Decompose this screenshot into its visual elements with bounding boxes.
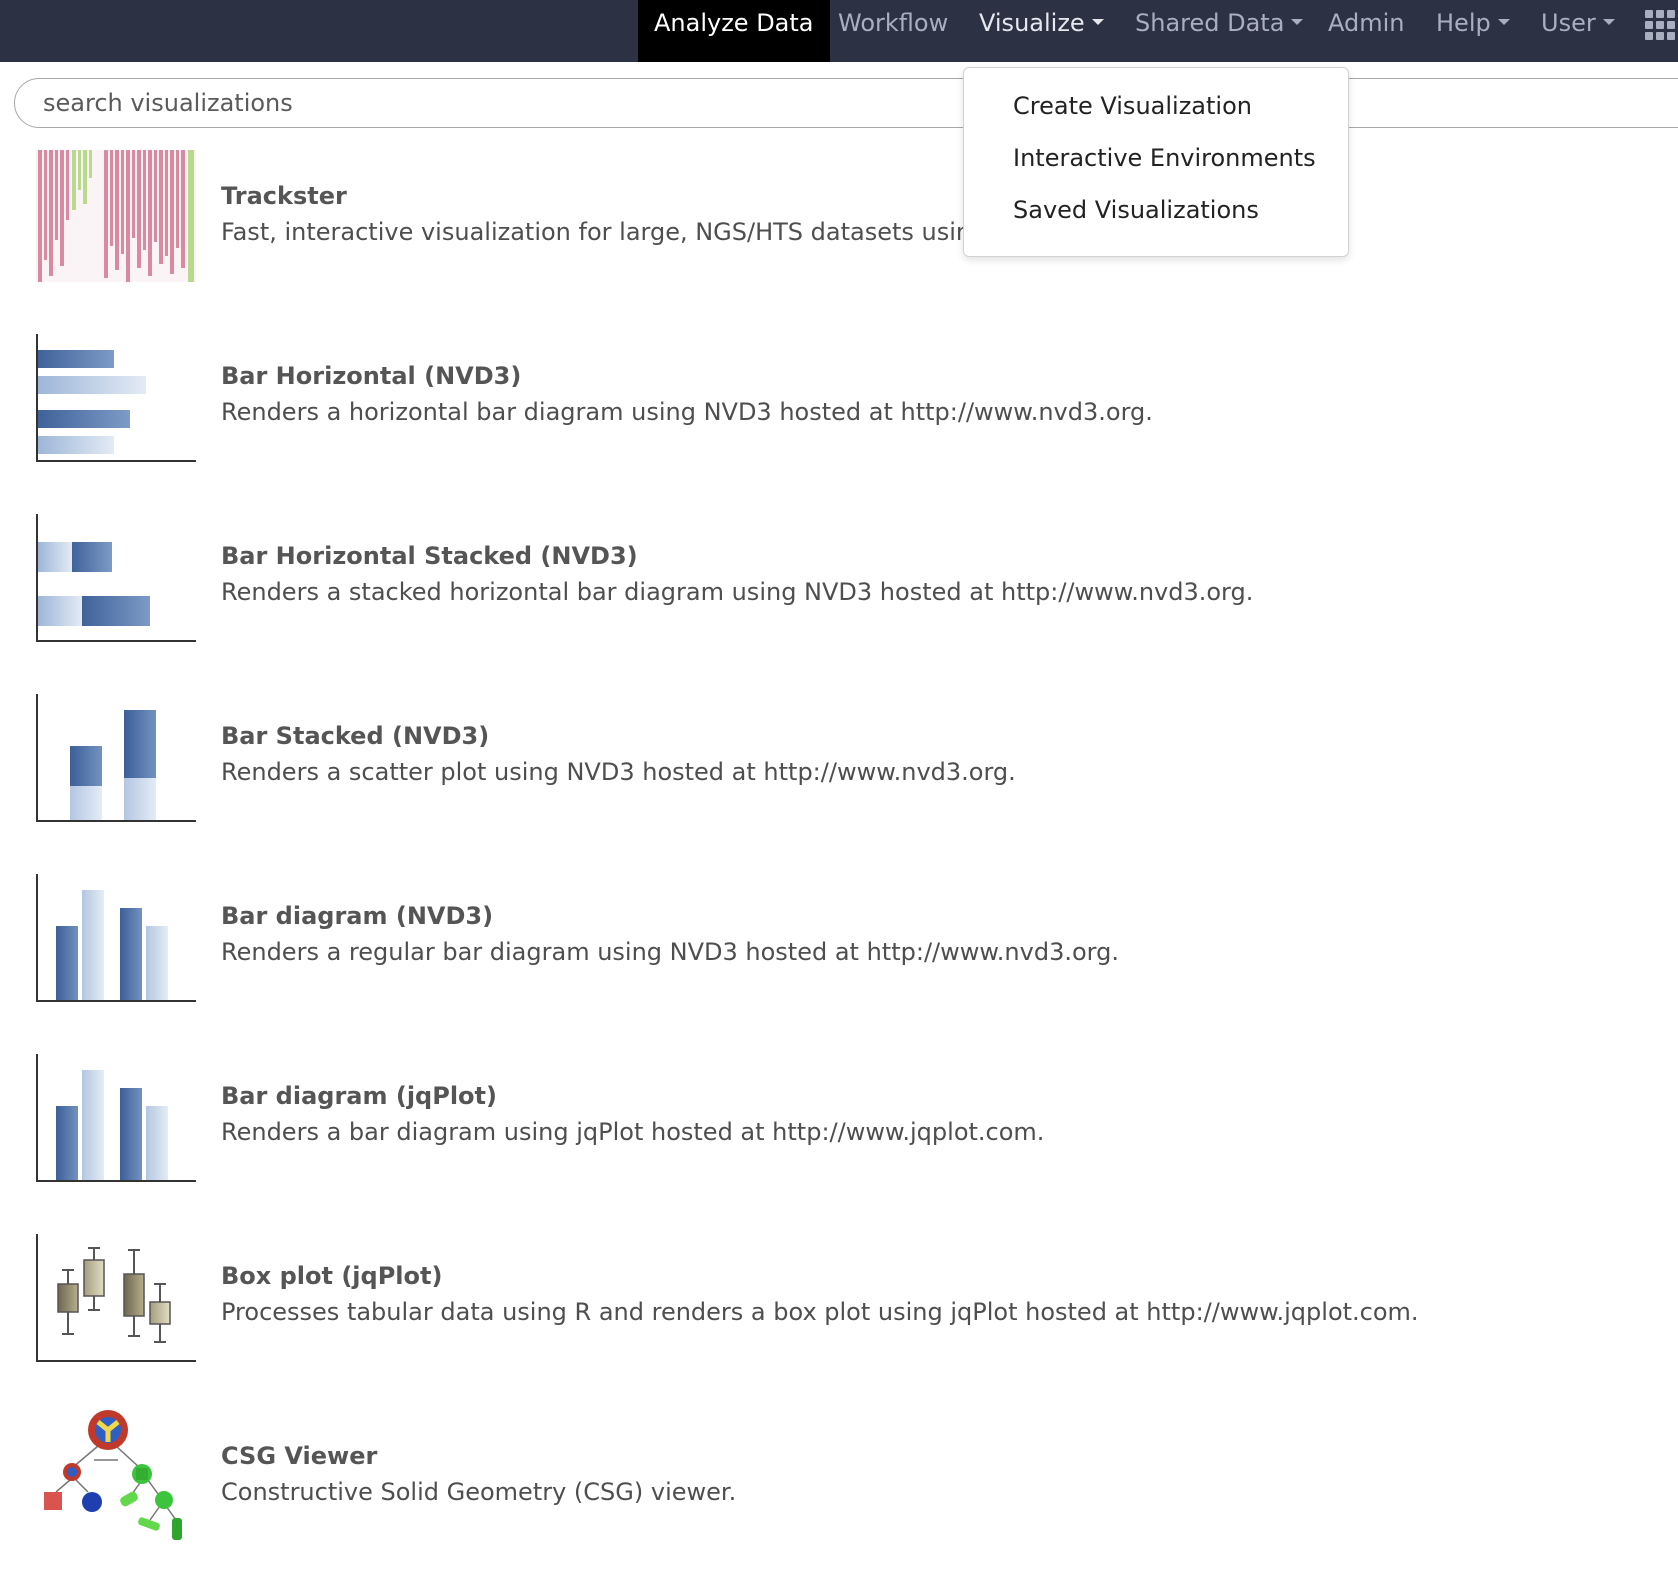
viz-title[interactable]: Bar diagram (NVD3)	[221, 902, 493, 930]
nav-workflow-label: Workflow	[838, 9, 949, 37]
viz-description: Processes tabular data using R and rende…	[221, 1298, 1419, 1326]
nav-shared-data-label: Shared Data	[1135, 9, 1285, 37]
viz-item-box-plot[interactable]: Box plot (jqPlot) Processes tabular data…	[0, 1230, 1678, 1370]
nav-help-label: Help	[1436, 9, 1491, 37]
viz-title[interactable]: Trackster	[221, 182, 347, 210]
viz-description: Renders a horizontal bar diagram using N…	[221, 398, 1153, 426]
csg-viewer-icon	[44, 1410, 182, 1540]
nav-workflow[interactable]: Workflow	[838, 0, 948, 62]
nav-help[interactable]: Help	[1436, 0, 1510, 62]
viz-title[interactable]: Bar Stacked (NVD3)	[221, 722, 489, 750]
chevron-down-icon	[1291, 19, 1304, 25]
viz-description: Fast, interactive visualization for larg…	[221, 218, 987, 246]
menu-item-create-visualization[interactable]: Create Visualization	[1013, 92, 1252, 120]
menu-item-saved-visualizations[interactable]: Saved Visualizations	[1013, 196, 1259, 224]
viz-description: Renders a bar diagram using jqPlot hoste…	[221, 1118, 1045, 1146]
viz-item-csg-viewer[interactable]: CSG Viewer Constructive Solid Geometry (…	[0, 1410, 1678, 1550]
bar-horizontal-icon	[36, 334, 196, 462]
viz-description: Renders a regular bar diagram using NVD3…	[221, 938, 1119, 966]
trackster-icon	[36, 150, 196, 282]
nav-analyze-data-label: Analyze Data	[654, 9, 814, 37]
viz-item-bar-horizontal[interactable]: Bar Horizontal (NVD3) Renders a horizont…	[0, 330, 1678, 470]
nav-user[interactable]: User	[1541, 0, 1615, 62]
chevron-down-icon	[1091, 19, 1104, 25]
viz-item-bar-stacked[interactable]: Bar Stacked (NVD3) Renders a scatter plo…	[0, 690, 1678, 830]
nav-shared-data[interactable]: Shared Data	[1135, 0, 1304, 62]
menu-item-interactive-environments[interactable]: Interactive Environments	[1013, 144, 1316, 172]
viz-description: Constructive Solid Geometry (CSG) viewer…	[221, 1478, 737, 1506]
top-navbar: Analyze Data Workflow Visualize Shared D…	[0, 0, 1678, 62]
viz-item-bar-diagram-nvd3[interactable]: Bar diagram (NVD3) Renders a regular bar…	[0, 870, 1678, 1010]
search-box	[14, 78, 1678, 128]
nav-visualize-label: Visualize	[979, 9, 1085, 37]
nav-user-label: User	[1541, 9, 1596, 37]
chevron-down-icon	[1602, 19, 1615, 25]
chevron-down-icon	[1497, 19, 1510, 25]
viz-item-bar-horizontal-stacked[interactable]: Bar Horizontal Stacked (NVD3) Renders a …	[0, 510, 1678, 650]
bar-horizontal-stacked-icon	[36, 514, 196, 642]
viz-title[interactable]: Bar diagram (jqPlot)	[221, 1082, 497, 1110]
nav-visualize[interactable]: Visualize	[979, 0, 1104, 62]
nav-admin-label: Admin	[1328, 9, 1405, 37]
viz-title[interactable]: CSG Viewer	[221, 1442, 377, 1470]
bar-diagram-icon	[36, 874, 196, 1002]
nav-analyze-data[interactable]: Analyze Data	[638, 0, 830, 62]
apps-grid-icon[interactable]	[1645, 10, 1678, 44]
bar-diagram-icon	[36, 1054, 196, 1182]
viz-title[interactable]: Bar Horizontal Stacked (NVD3)	[221, 542, 638, 570]
visualize-dropdown-menu: Create Visualization Interactive Environ…	[963, 67, 1349, 257]
search-input[interactable]	[43, 79, 1043, 127]
viz-description: Renders a stacked horizontal bar diagram…	[221, 578, 1254, 606]
viz-item-bar-diagram-jqplot[interactable]: Bar diagram (jqPlot) Renders a bar diagr…	[0, 1050, 1678, 1190]
nav-admin[interactable]: Admin	[1328, 0, 1405, 62]
viz-description: Renders a scatter plot using NVD3 hosted…	[221, 758, 1016, 786]
box-plot-icon	[36, 1234, 196, 1362]
viz-title[interactable]: Bar Horizontal (NVD3)	[221, 362, 521, 390]
viz-title[interactable]: Box plot (jqPlot)	[221, 1262, 442, 1290]
viz-item-trackster[interactable]: Trackster Fast, interactive visualizatio…	[0, 150, 1678, 290]
bar-stacked-icon	[36, 694, 196, 822]
